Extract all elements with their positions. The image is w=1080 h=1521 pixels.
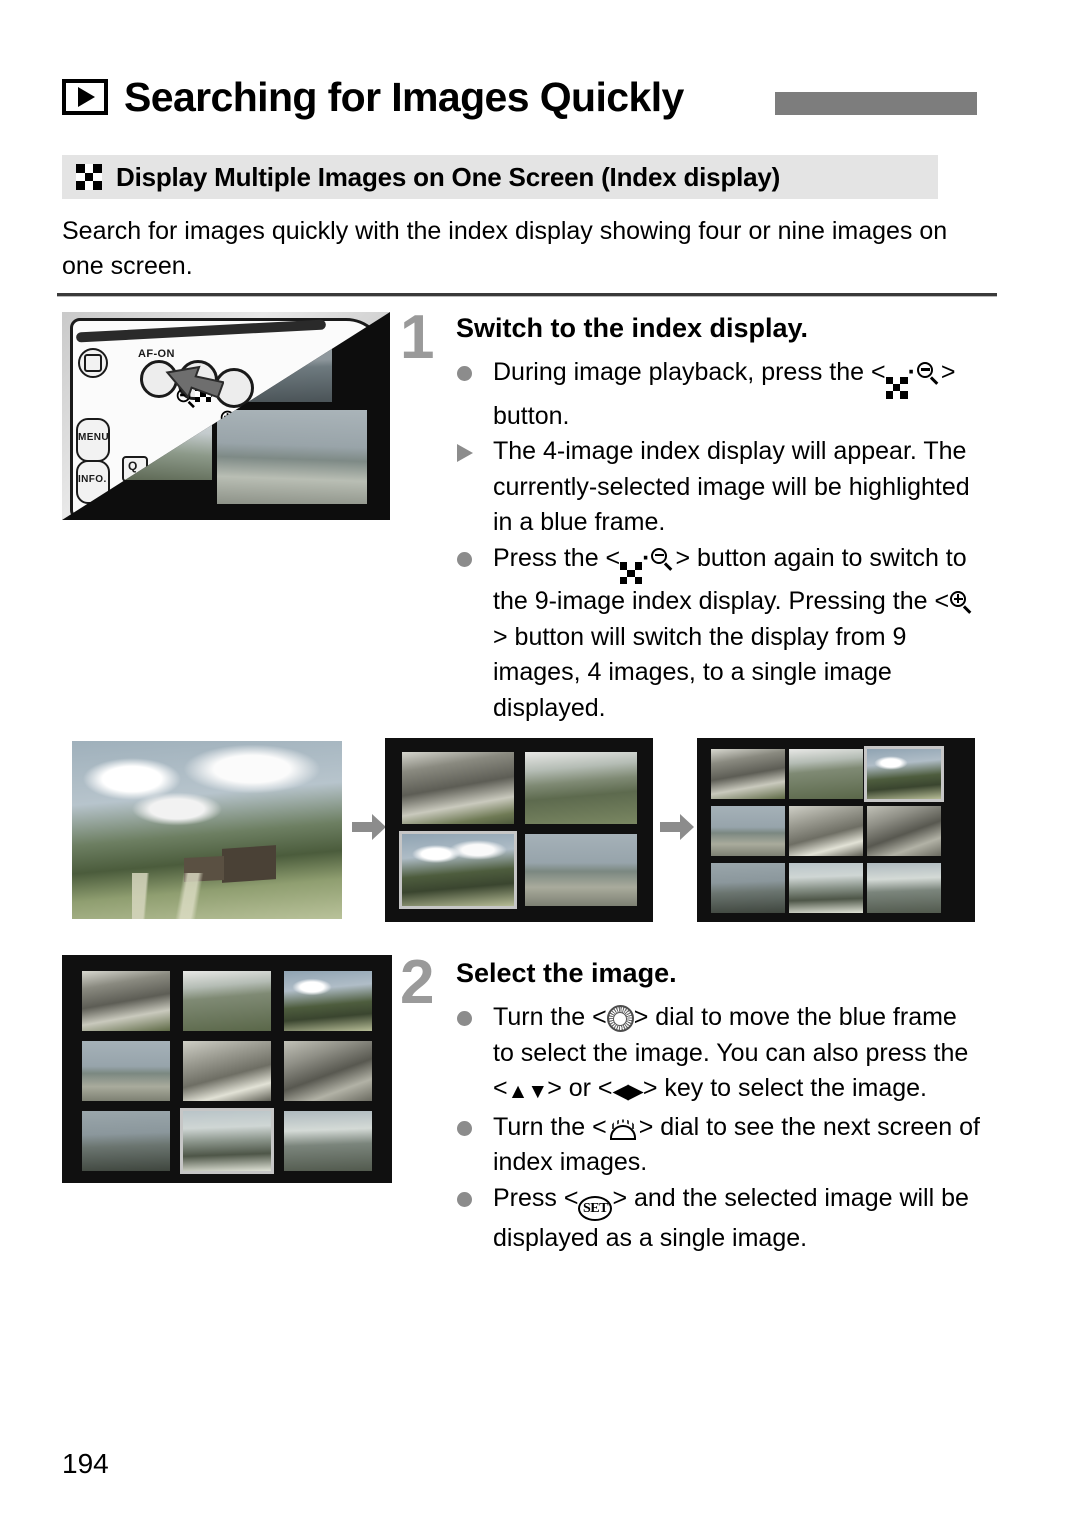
step-1-number: 1 <box>400 303 435 372</box>
index9-tile-9 <box>867 863 941 913</box>
step-2-number: 2 <box>400 948 435 1017</box>
camera-preview-photo-3 <box>217 410 367 504</box>
step-2-bullet-1-text: Turn the < > dial to move the blue frame … <box>493 1003 968 1103</box>
left-right-key-icon: ◀▶ <box>612 1080 644 1103</box>
step-2-body: Turn the < > dial to move the blue frame … <box>455 1000 980 1256</box>
index4-tile-1 <box>402 752 514 824</box>
index9b-tile-6 <box>284 1041 372 1101</box>
step-2-bullet-2: Turn the < > dial to see the next screen … <box>455 1110 980 1181</box>
index9b-tile-2 <box>183 971 271 1031</box>
index9-tile-2 <box>789 749 863 799</box>
bullet-dot-icon <box>457 366 472 381</box>
step-1-bullet-3-text: Press the < · > button again to switch to … <box>493 544 974 722</box>
single-image-path <box>132 873 252 919</box>
index9-tile-3-selected[interactable] <box>864 746 944 802</box>
index9-tile-6 <box>867 806 941 856</box>
index4-tile-4 <box>525 834 637 906</box>
set-button-icon: SET <box>578 1195 613 1221</box>
camera-playback-glyph <box>84 354 102 372</box>
title-accent-bar <box>775 92 977 115</box>
bullet-triangle-icon <box>457 444 473 463</box>
page-title-text: Searching for Images Quickly <box>124 73 684 120</box>
playback-icon <box>62 79 108 115</box>
index9-tile-4 <box>711 806 785 856</box>
step-2-title: Select the image. <box>456 958 677 988</box>
nine-image-index-selected <box>62 955 392 1183</box>
index9-tile-5 <box>789 806 863 856</box>
index9b-tile-8-selected[interactable] <box>180 1108 274 1174</box>
bullet-dot-icon <box>457 551 472 567</box>
index9b-tile-3 <box>284 971 372 1031</box>
index4-tile-3-selected[interactable] <box>399 831 517 909</box>
index9-tile-7 <box>711 863 785 913</box>
section-heading: Display Multiple Images on One Screen (I… <box>62 155 938 199</box>
step-1-body: During image playback, press the < · > but… <box>455 355 980 726</box>
step-1-bullet-1-lead: During image playback, press the < · > but… <box>493 358 956 430</box>
index-display-icon <box>76 164 102 190</box>
step-2-bullet-2-text: Turn the < > dial to see the next screen … <box>493 1112 980 1177</box>
camera-press-arrow-icon <box>165 365 224 400</box>
step-2-bullet-3: Press < SET > and the selected image will … <box>455 1181 980 1257</box>
bullet-dot-icon <box>457 1011 472 1026</box>
magnify-minus-icon <box>916 361 941 385</box>
index4-tile-2 <box>525 752 637 824</box>
index-magnify-minus-icon <box>620 562 643 585</box>
step-1-bullet-1: During image playback, press the < · > but… <box>455 355 980 434</box>
bullet-dot-icon <box>457 1191 472 1207</box>
step-1-bullet-2: The 4-image index display will appear. T… <box>455 434 980 541</box>
page-number: 194 <box>62 1448 109 1479</box>
section-heading-text: Display Multiple Images on One Screen (I… <box>116 161 781 192</box>
index9b-tile-1 <box>82 971 170 1031</box>
step-1-title: Switch to the index display. <box>456 313 809 343</box>
step-2-bullet-3-text: Press < SET > and the selected image will … <box>493 1183 969 1252</box>
index-magnify-minus-icon <box>885 376 908 399</box>
step-1-bullet-2-text: The 4-image index display will appear. T… <box>493 437 970 537</box>
four-image-index-display <box>385 738 653 922</box>
magnify-minus-icon <box>650 547 675 571</box>
camera-menu-label: MENU <box>78 432 110 443</box>
index9b-tile-5 <box>183 1041 271 1101</box>
index9b-tile-4 <box>82 1041 170 1101</box>
intro-paragraph: Search for images quickly with the index… <box>62 217 948 280</box>
nine-image-index-display <box>697 738 975 922</box>
step-1-bullet-3: Press the < · > button again to switch to … <box>455 541 980 727</box>
index9b-tile-9 <box>284 1111 372 1171</box>
index9b-tile-7 <box>82 1111 170 1171</box>
step-2-bullet-1: Turn the < > dial to move the blue frame … <box>455 1000 980 1110</box>
camera-illustration: AF-ON MENU INFO. Q <box>62 312 390 520</box>
camera-quick-label: Q <box>128 459 138 473</box>
camera-af-on-label: AF-ON <box>138 348 175 360</box>
sequence-arrow-2-icon <box>660 812 696 842</box>
single-image-display <box>72 741 342 919</box>
magnify-plus-icon <box>949 590 974 615</box>
section-divider <box>57 293 997 297</box>
main-dial-icon <box>606 1116 639 1140</box>
index9-tile-1 <box>711 749 785 799</box>
up-down-key-icon: ▲▼ <box>507 1080 549 1103</box>
bullet-dot-icon <box>457 1120 472 1136</box>
index9-tile-8 <box>789 863 863 913</box>
sequence-arrow-1-icon <box>352 812 388 842</box>
quick-control-dial-icon <box>606 1005 634 1032</box>
camera-info-label: INFO. <box>78 474 107 485</box>
